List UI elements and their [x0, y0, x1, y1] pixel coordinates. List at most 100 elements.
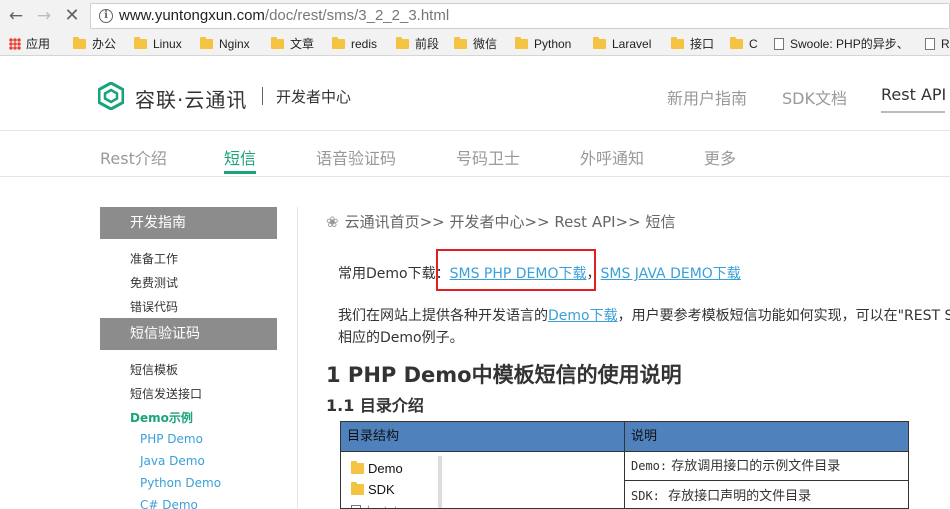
bookmark-label: Nginx	[219, 37, 250, 51]
bookmark-folder[interactable]: C	[730, 36, 758, 52]
site-header: 容联·云通讯 开发者中心 新用户指南 SDK文档 Rest API	[0, 57, 950, 131]
tab-voice-verification[interactable]: 语音验证码	[316, 145, 396, 169]
breadcrumb: ❀ 云通讯首页>> 开发者中心>> Rest API>> 短信	[326, 211, 675, 232]
folder-icon	[134, 37, 147, 49]
bookmark-folder[interactable]: 微信	[454, 36, 497, 52]
intro-text-rest: ，用户要参考模板短信功能如何实现，可以在"REST S	[617, 308, 950, 324]
bookmark-folder[interactable]: Laravel	[593, 36, 651, 52]
sidebar-item-error-codes[interactable]: 错误代码	[130, 298, 178, 315]
folder-icon	[351, 482, 364, 495]
sidebar-demo-python[interactable]: Python Demo	[140, 476, 221, 490]
folder-icon	[332, 37, 345, 49]
bookmark-folder[interactable]: 前段	[396, 36, 439, 52]
sidebar-demo-csharp[interactable]: C# Demo	[140, 498, 198, 509]
folder-icon	[396, 37, 409, 49]
stop-loading-icon[interactable]: ✕	[62, 6, 82, 26]
folder-icon	[351, 461, 364, 474]
sidebar-item-preparation[interactable]: 准备工作	[130, 250, 178, 267]
directory-table: 目录结构 说明 Demo SDK lostst Demo: 存放调用接口的示例文…	[340, 421, 909, 509]
bookmark-folder[interactable]: Linux	[134, 36, 182, 52]
bookmark-folder[interactable]: redis	[332, 36, 377, 52]
sidebar-item-sms-send-api[interactable]: 短信发送接口	[130, 385, 202, 402]
active-tab-underline	[224, 171, 256, 174]
subsection-heading-directory: 1.1 目录介绍	[326, 396, 424, 415]
bookmark-folder[interactable]: 接口	[671, 36, 714, 52]
page-icon	[774, 38, 784, 50]
bookmark-folder[interactable]: 文章	[271, 36, 314, 52]
yuntongxun-logo-icon[interactable]	[98, 82, 124, 110]
download-label: 常用Demo下载：	[338, 266, 450, 282]
intro-text: 我们在网站上提供各种开发语言的	[338, 308, 548, 324]
sidebar-item-sms-template[interactable]: 短信模板	[130, 361, 178, 378]
sidebar-section-sms-verification[interactable]: 短信验证码	[100, 318, 277, 350]
url-text[interactable]: www.yuntongxun.com/doc/rest/sms/3_2_2_3.…	[119, 7, 449, 24]
tree-folder-demo[interactable]: Demo	[351, 461, 403, 476]
bookmark-label: redis	[351, 37, 378, 51]
folder-icon	[454, 37, 467, 49]
bookmark-folder[interactable]: Python	[515, 36, 571, 52]
bookmark-page[interactable]: Swoole: PHP的异步、	[774, 36, 909, 52]
folder-icon	[271, 37, 284, 49]
url-path: /doc/rest/sms/3_2_2_3.html	[264, 7, 450, 24]
demo-download-link[interactable]: Demo下载	[548, 308, 618, 324]
folder-icon	[671, 37, 684, 49]
tree-scroll-edge	[438, 456, 442, 508]
tab-number-guard[interactable]: 号码卫士	[456, 145, 520, 169]
folder-icon	[593, 37, 606, 49]
bookmark-page[interactable]: R	[925, 36, 950, 52]
row-key: SDK:	[631, 489, 660, 503]
nav-new-user-guide[interactable]: 新用户指南	[667, 85, 747, 109]
table-row: Demo: 存放调用接口的示例文件目录	[625, 452, 908, 481]
highlight-box	[436, 249, 596, 291]
bookmarks-bar: 应用 办公 Linux Nginx 文章 redis 前段 微信 Python …	[0, 32, 950, 56]
folder-icon	[730, 37, 743, 49]
sms-java-demo-download-link[interactable]: SMS JAVA DEMO下载	[601, 266, 741, 282]
table-header-structure: 目录结构	[341, 422, 625, 452]
forward-arrow-icon[interactable]: →	[34, 6, 54, 26]
sidebar-demo-php[interactable]: PHP Demo	[140, 432, 203, 446]
bookmark-folder[interactable]: Nginx	[200, 36, 250, 52]
sidebar-section-dev-guide[interactable]: 开发指南	[100, 207, 277, 239]
bookmark-label: 接口	[690, 37, 715, 51]
page-icon	[925, 38, 935, 50]
address-bar[interactable]: i www.yuntongxun.com/doc/rest/sms/3_2_2_…	[90, 3, 950, 29]
intro-paragraph: 我们在网站上提供各种开发语言的Demo下载，用户要参考模板短信功能如何实现，可以…	[338, 305, 950, 349]
row-key: Demo:	[631, 459, 668, 473]
flower-icon: ❀	[326, 213, 339, 231]
sidebar-item-free-test[interactable]: 免费测试	[130, 274, 178, 291]
nav-rest-api[interactable]: Rest API	[881, 85, 946, 104]
logo-text[interactable]: 容联·云通讯	[135, 84, 247, 113]
bookmark-apps[interactable]: 应用	[9, 36, 50, 52]
url-host: www.yuntongxun.com	[119, 7, 265, 24]
table-header-description: 说明	[625, 422, 908, 452]
back-arrow-icon[interactable]: ←	[6, 6, 26, 26]
bookmark-label: Swoole: PHP的异步、	[790, 37, 909, 51]
tab-more[interactable]: 更多	[704, 145, 736, 169]
breadcrumb-text[interactable]: 云通讯首页>> 开发者中心>> Rest API>> 短信	[345, 213, 676, 231]
browser-toolbar: ← → ✕ i www.yuntongxun.com/doc/rest/sms/…	[0, 0, 950, 32]
bookmark-label: 应用	[26, 37, 51, 51]
nav-sdk-docs[interactable]: SDK文档	[782, 85, 847, 109]
section-heading-php-demo: 1 PHP Demo中模板短信的使用说明	[326, 363, 682, 387]
tree-folder-label: lostst	[367, 503, 397, 508]
developer-center-label[interactable]: 开发者中心	[276, 86, 351, 107]
tab-sms[interactable]: 短信	[224, 145, 256, 169]
bookmark-label: 文章	[290, 37, 315, 51]
bookmark-folder[interactable]: 办公	[73, 36, 116, 52]
bookmark-label: 微信	[473, 37, 498, 51]
folder-icon	[200, 37, 213, 49]
apps-icon	[9, 38, 21, 50]
product-nav: Rest介绍 短信 语音验证码 号码卫士 外呼通知 更多	[0, 131, 950, 177]
sidebar-divider	[297, 207, 298, 509]
tab-outbound-notify[interactable]: 外呼通知	[580, 145, 644, 169]
directory-tree: Demo SDK lostst	[341, 452, 625, 508]
sidebar-item-demo-examples[interactable]: Demo示例	[130, 409, 193, 426]
tab-rest-intro[interactable]: Rest介绍	[100, 145, 167, 169]
tree-folder-sdk[interactable]: SDK	[351, 482, 395, 497]
sidebar-demo-java[interactable]: Java Demo	[140, 454, 205, 468]
bookmark-label: Python	[534, 37, 572, 51]
site-info-icon[interactable]: i	[99, 9, 113, 23]
bookmark-label: Laravel	[612, 37, 652, 51]
tree-folder-partial[interactable]: lostst	[351, 503, 397, 508]
logo-divider	[262, 87, 263, 105]
